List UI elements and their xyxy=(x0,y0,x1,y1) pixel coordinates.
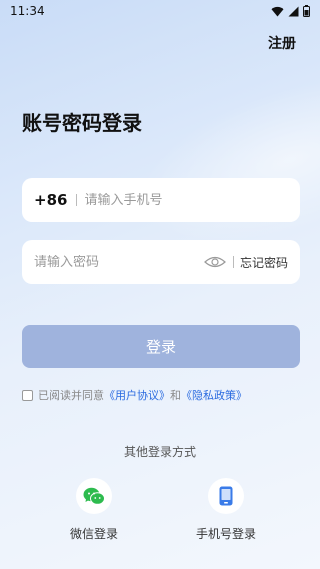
other-login-title: 其他登录方式 xyxy=(123,445,196,459)
battery-icon xyxy=(303,5,310,17)
phone-icon-circle[interactable] xyxy=(208,478,244,514)
privacy-policy-link[interactable]: 《隐私政策》 xyxy=(181,387,247,403)
login-button[interactable]: 登录 xyxy=(22,325,300,368)
status-bar: 11:34 xyxy=(0,0,320,22)
phone-field: +86 xyxy=(22,178,300,222)
wifi-icon xyxy=(271,6,284,17)
phone-login-label: 手机号登录 xyxy=(195,527,256,541)
status-icons xyxy=(271,5,310,17)
eye-icon[interactable] xyxy=(204,255,226,269)
country-code[interactable]: +86 xyxy=(34,191,67,209)
agreement-checkbox[interactable] xyxy=(22,389,33,401)
password-input[interactable] xyxy=(34,254,204,270)
agreement-row: 已阅读并同意 《用户协议》 和 《隐私政策》 xyxy=(22,387,247,403)
wechat-icon xyxy=(83,487,105,505)
wechat-icon-circle[interactable] xyxy=(76,478,112,514)
phone-icon xyxy=(219,486,233,506)
password-field: 忘记密码 xyxy=(22,240,300,284)
agreement-and: 和 xyxy=(170,389,181,402)
phone-input[interactable] xyxy=(84,192,288,208)
status-time: 11:34 xyxy=(10,4,45,18)
user-agreement-link[interactable]: 《用户协议》 xyxy=(104,387,170,403)
register-link[interactable]: 注册 xyxy=(268,33,296,53)
page-title: 账号密码登录 xyxy=(22,111,142,135)
field-divider xyxy=(232,256,234,268)
phone-login-button[interactable]: 手机号登录 xyxy=(181,478,271,542)
forgot-password-link[interactable]: 忘记密码 xyxy=(240,254,288,271)
wechat-login-label: 微信登录 xyxy=(69,527,118,541)
field-divider xyxy=(76,194,78,206)
wechat-login-button[interactable]: 微信登录 xyxy=(49,478,139,542)
agreement-prefix: 已阅读并同意 xyxy=(38,389,104,402)
signal-icon xyxy=(288,6,299,16)
